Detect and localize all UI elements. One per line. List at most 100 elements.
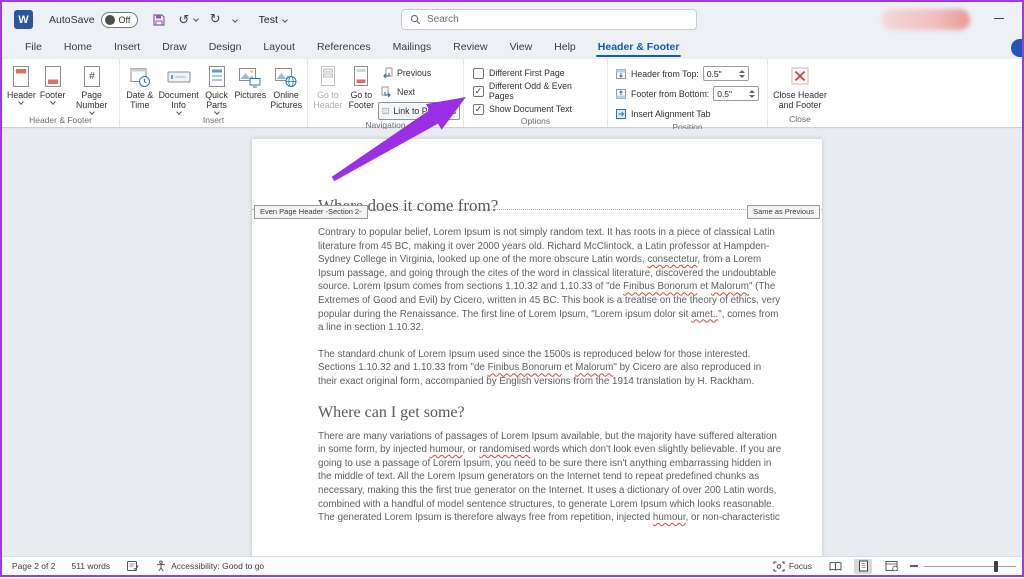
- header-button[interactable]: Header: [5, 62, 38, 105]
- different-odd-even-pages-checkbox[interactable]: ✓ Different Odd & Even Pages: [473, 84, 598, 98]
- quick-parts-button[interactable]: Quick Parts: [201, 62, 233, 115]
- document-page[interactable]: Even Page Header -Section 2- Same as Pre…: [252, 139, 822, 556]
- chevron-down-icon: [214, 109, 220, 115]
- read-mode-icon: [829, 561, 842, 572]
- tab-layout[interactable]: Layout: [252, 37, 306, 59]
- header-from-top-input[interactable]: 0.5": [703, 66, 749, 81]
- document-info-icon: [165, 64, 193, 90]
- zoom-slider-handle[interactable]: [994, 561, 998, 572]
- spinner-arrows-icon[interactable]: [736, 70, 748, 78]
- next-button[interactable]: Next: [378, 83, 460, 101]
- group-label-insert: Insert: [120, 115, 307, 128]
- tab-help[interactable]: Help: [543, 37, 587, 59]
- online-pictures-label: Online Pictures: [270, 90, 302, 110]
- doc-heading-1: Where does it come from?: [318, 196, 782, 216]
- page-number-status[interactable]: Page 2 of 2: [12, 561, 55, 571]
- different-first-page-checkbox[interactable]: Different First Page: [473, 66, 598, 80]
- link-to-previous-button[interactable]: Link to Previous: [378, 102, 460, 120]
- tab-mailings[interactable]: Mailings: [382, 37, 443, 59]
- minimize-button[interactable]: [992, 11, 1006, 25]
- pictures-label: Pictures: [234, 90, 266, 100]
- go-to-footer-icon: [350, 64, 372, 90]
- word-count-status[interactable]: 511 words: [71, 561, 110, 571]
- doc-paragraph-2: The standard chunk of Lorem Ipsum used s…: [318, 348, 782, 389]
- go-to-footer-button[interactable]: Go to Footer: [345, 62, 378, 111]
- show-document-text-label: Show Document Text: [489, 104, 572, 114]
- group-navigation: Go to Header Go to Footer Previous: [308, 59, 464, 127]
- tab-home[interactable]: Home: [53, 37, 103, 59]
- tab-insert[interactable]: Insert: [103, 37, 151, 59]
- doc-paragraph-3: There are many variations of passages of…: [318, 430, 782, 525]
- redo-button[interactable]: ↻: [210, 13, 221, 26]
- page-body-text[interactable]: Where does it come from? Contrary to pop…: [252, 139, 822, 525]
- share-pill-cutoff[interactable]: [1011, 39, 1022, 57]
- previous-icon: [381, 67, 393, 79]
- proofing-status[interactable]: [126, 560, 139, 572]
- quick-access-overflow-icon[interactable]: [232, 17, 238, 23]
- tab-review[interactable]: Review: [442, 37, 498, 59]
- document-info-button[interactable]: Document Info: [157, 62, 201, 115]
- insert-alignment-tab-icon: [615, 108, 627, 120]
- tab-draw[interactable]: Draw: [151, 37, 198, 59]
- group-label-close: Close: [768, 114, 832, 127]
- close-header-footer-button[interactable]: Close Header and Footer: [771, 62, 829, 111]
- footer-from-bottom-input[interactable]: 0.5": [713, 86, 759, 101]
- different-first-page-label: Different First Page: [489, 68, 565, 78]
- chevron-down-icon: [282, 17, 288, 23]
- group-label-header-footer: Header & Footer: [2, 115, 119, 128]
- close-header-footer-label: Close Header and Footer: [773, 90, 827, 110]
- checkbox-checked-icon: ✓: [473, 86, 484, 97]
- read-mode-button[interactable]: [826, 559, 844, 574]
- date-time-icon: [127, 64, 153, 90]
- next-label: Next: [397, 87, 415, 97]
- chevron-down-icon: [50, 99, 56, 105]
- document-title-menu[interactable]: Test: [259, 14, 287, 26]
- misspelled-word: Finibus Bonorum: [623, 281, 697, 292]
- quick-parts-icon: [205, 64, 229, 90]
- zoom-out-icon[interactable]: [910, 565, 918, 567]
- ribbon: Header Footer # Page Number Header & Foo…: [2, 59, 1022, 128]
- title-bar: W AutoSave Off ↺ ↻ Test Search: [2, 2, 1022, 37]
- tab-references[interactable]: References: [306, 37, 382, 59]
- toggle-knob-icon: [105, 15, 115, 25]
- online-pictures-button[interactable]: Online Pictures: [268, 62, 304, 111]
- misspelled-word: amet..: [691, 309, 718, 320]
- focus-button[interactable]: Focus: [773, 561, 812, 572]
- header-from-top-value: 0.5": [707, 69, 722, 79]
- undo-button[interactable]: ↺: [178, 11, 197, 29]
- accessibility-status[interactable]: Accessibility: Good to go: [155, 560, 264, 572]
- tab-header-footer[interactable]: Header & Footer: [587, 37, 691, 59]
- show-document-text-checkbox[interactable]: ✓ Show Document Text: [473, 102, 598, 116]
- print-layout-button[interactable]: [854, 559, 872, 574]
- go-to-header-icon: [317, 64, 339, 90]
- tab-view[interactable]: View: [499, 37, 544, 59]
- misspelled-word: consectetur: [647, 254, 697, 265]
- save-icon[interactable]: [152, 13, 166, 27]
- user-avatar[interactable]: [882, 9, 970, 30]
- autosave-toggle[interactable]: Off: [101, 12, 139, 28]
- footer-button[interactable]: Footer: [38, 62, 67, 105]
- go-to-header-button[interactable]: Go to Header: [311, 62, 345, 111]
- date-time-button[interactable]: Date & Time: [123, 62, 157, 111]
- document-title: Test: [259, 14, 278, 26]
- spinner-arrows-icon[interactable]: [746, 90, 758, 98]
- online-pictures-icon: [272, 64, 300, 90]
- footer-from-bottom-value: 0.5": [717, 89, 732, 99]
- pictures-button[interactable]: Pictures: [232, 62, 268, 101]
- same-as-previous-tag: Same as Previous: [747, 205, 820, 219]
- zoom-slider[interactable]: [910, 561, 1016, 572]
- accessibility-icon: [155, 560, 167, 572]
- web-layout-button[interactable]: [882, 559, 900, 574]
- page-number-button-label: Page Number: [69, 90, 114, 110]
- date-time-label: Date & Time: [125, 90, 155, 110]
- autosave-state: Off: [119, 15, 131, 25]
- tab-file[interactable]: File: [14, 37, 53, 59]
- tab-design[interactable]: Design: [198, 37, 253, 59]
- search-input[interactable]: Search: [401, 9, 697, 30]
- checkbox-icon: [473, 68, 484, 79]
- header-from-top-icon: [615, 68, 627, 80]
- insert-alignment-tab-button[interactable]: Insert Alignment Tab: [615, 105, 759, 122]
- previous-button[interactable]: Previous: [378, 64, 460, 82]
- page-number-button[interactable]: # Page Number: [67, 62, 116, 115]
- chevron-down-icon: [19, 99, 25, 105]
